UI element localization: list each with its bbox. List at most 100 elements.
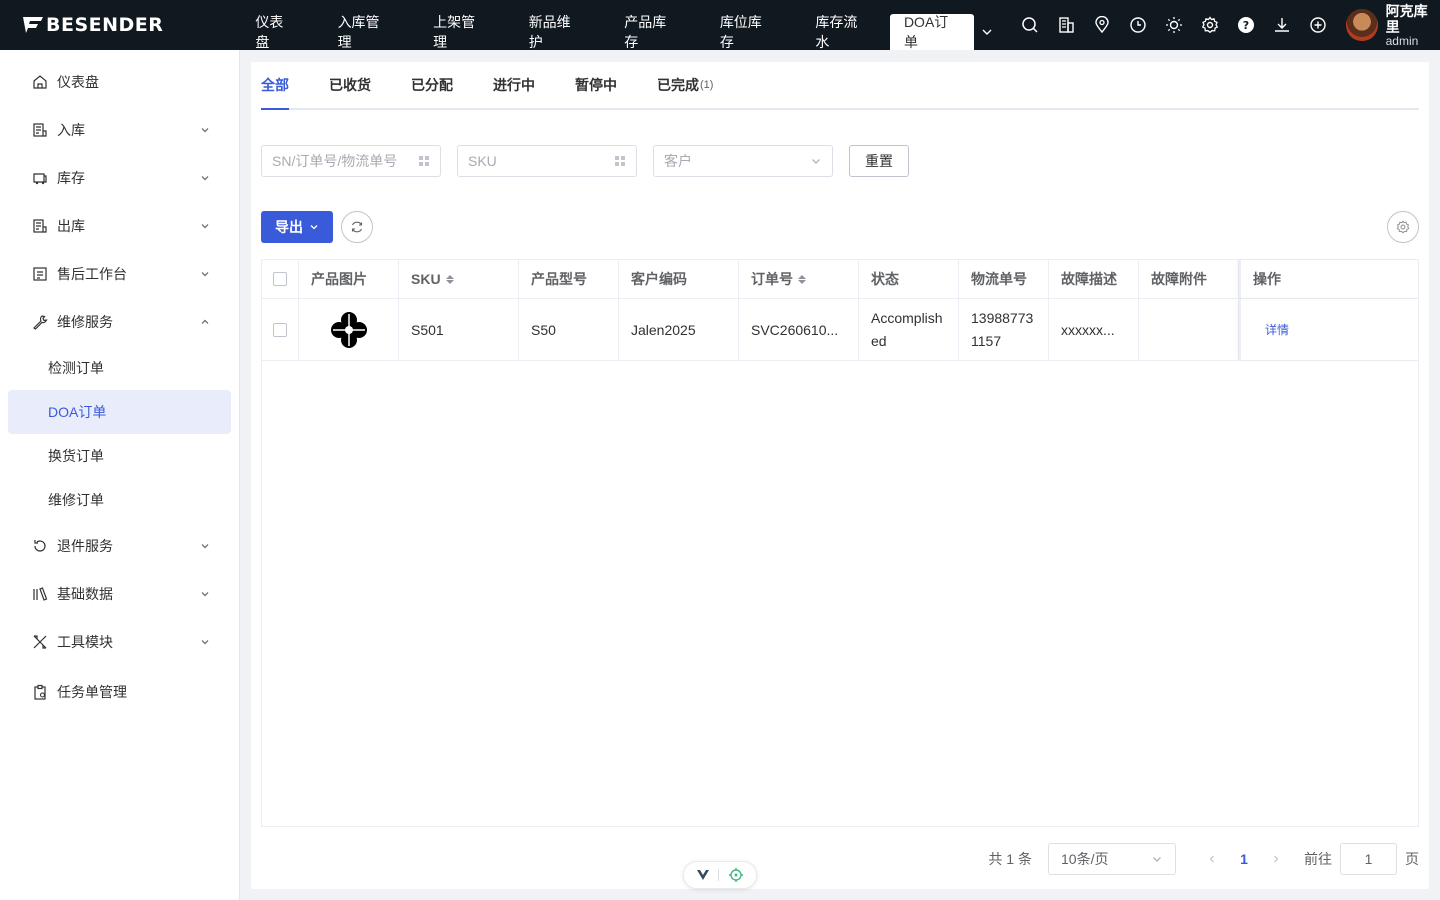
plus-circle-icon[interactable] bbox=[1300, 0, 1336, 50]
table-toolbar: 导出 bbox=[261, 211, 373, 243]
sn-search-input[interactable]: SN/订单号/物流单号 bbox=[261, 145, 441, 177]
select-placeholder: 客户 bbox=[664, 153, 692, 169]
chevron-right-icon bbox=[1274, 855, 1279, 863]
column-header-label: 订单号 bbox=[751, 271, 793, 287]
chevron-down-icon bbox=[1153, 857, 1161, 862]
sku-search-input[interactable]: SKU bbox=[457, 145, 637, 177]
select-all-checkbox[interactable] bbox=[262, 260, 299, 298]
tab-paused[interactable]: 暂停中 bbox=[575, 62, 617, 108]
checkbox[interactable] bbox=[273, 272, 287, 286]
row-checkbox[interactable] bbox=[262, 299, 299, 360]
after-sales-icon bbox=[31, 265, 49, 283]
sidebar-item-return[interactable]: 退件服务 bbox=[0, 522, 239, 570]
column-header-order-no[interactable]: 订单号 bbox=[739, 260, 859, 298]
tab-in-progress[interactable]: 进行中 bbox=[493, 62, 535, 108]
export-button[interactable]: 导出 bbox=[261, 211, 333, 243]
refresh-button[interactable] bbox=[341, 211, 373, 243]
help-icon[interactable]: ? bbox=[1228, 0, 1264, 50]
cell-model: S50 bbox=[519, 299, 619, 360]
sort-icon[interactable] bbox=[798, 274, 806, 284]
sidebar-item-tools[interactable]: 工具模块 bbox=[0, 618, 239, 666]
divider bbox=[718, 869, 720, 881]
page-size-select[interactable]: 10条/页 bbox=[1048, 843, 1176, 875]
gear-icon[interactable] bbox=[1192, 0, 1228, 50]
sidebar-item-dashboard[interactable]: 仪表盘 bbox=[0, 58, 239, 106]
inbound-icon bbox=[31, 121, 49, 139]
topnav-item-doa[interactable]: DOA订单 bbox=[889, 14, 974, 50]
sidebar-sub-repair[interactable]: 维修订单 bbox=[0, 478, 239, 522]
column-header: 故障描述 bbox=[1049, 260, 1139, 298]
tab-assigned[interactable]: 已分配 bbox=[411, 62, 453, 108]
sidebar-item-label: 任务单管理 bbox=[57, 684, 127, 700]
sidebar-item-after-sales[interactable]: 售后工作台 bbox=[0, 250, 239, 298]
chevron-down-icon bbox=[201, 176, 209, 181]
sidebar-sub-exchange[interactable]: 换货订单 bbox=[0, 434, 239, 478]
clock-icon[interactable] bbox=[1120, 0, 1156, 50]
product-image-icon bbox=[330, 311, 367, 348]
tab-label: 已分配 bbox=[411, 77, 453, 93]
tab-received[interactable]: 已收货 bbox=[329, 62, 371, 108]
top-bar: BESENDER 仪表盘 入库管理 上架管理 新品维护 产品库存 库位库存 库存… bbox=[0, 0, 1440, 50]
column-header-sku[interactable]: SKU bbox=[399, 260, 519, 298]
chevron-down-icon bbox=[201, 272, 209, 277]
sidebar-item-inbound[interactable]: 入库 bbox=[0, 106, 239, 154]
vue-devtools-icon[interactable] bbox=[696, 868, 710, 882]
return-icon bbox=[31, 537, 49, 555]
location-icon[interactable] bbox=[1084, 0, 1120, 50]
user-role: admin bbox=[1385, 33, 1419, 48]
status-text: Accomplished bbox=[871, 309, 943, 349]
table-row[interactable]: S501 S50 Jalen2025 SVC260610... Accompli… bbox=[262, 299, 1418, 361]
sidebar-sub-doa[interactable]: DOA订单 bbox=[8, 390, 231, 434]
page-number[interactable]: 1 bbox=[1228, 843, 1260, 875]
detail-link[interactable]: 详情 bbox=[1253, 321, 1289, 338]
sidebar-item-outbound[interactable]: 出库 bbox=[0, 202, 239, 250]
next-page-button[interactable] bbox=[1260, 843, 1292, 875]
column-settings-button[interactable] bbox=[1387, 211, 1419, 243]
search-icon[interactable] bbox=[1012, 0, 1048, 50]
sidebar-item-label: 出库 bbox=[57, 218, 85, 234]
topnav-item-stock-flow[interactable]: 库存流水 bbox=[794, 14, 890, 50]
avatar[interactable] bbox=[1346, 9, 1378, 41]
product-image[interactable] bbox=[299, 299, 399, 360]
top-nav: 仪表盘 入库管理 上架管理 新品维护 产品库存 库位库存 库存流水 DOA订单 bbox=[234, 0, 1000, 50]
topnav-item-dashboard[interactable]: 仪表盘 bbox=[234, 14, 316, 50]
sidebar-item-inventory[interactable]: 库存 bbox=[0, 154, 239, 202]
sun-icon[interactable] bbox=[1156, 0, 1192, 50]
topnav-item-new-product[interactable]: 新品维护 bbox=[508, 14, 604, 50]
topnav-item-product-stock[interactable]: 产品库存 bbox=[603, 14, 699, 50]
page-jump-input[interactable]: 1 bbox=[1340, 843, 1397, 875]
topnav-item-inbound[interactable]: 入库管理 bbox=[317, 14, 413, 50]
sidebar-sub-inspection[interactable]: 检测订单 bbox=[0, 346, 239, 390]
logo[interactable]: BESENDER bbox=[0, 0, 234, 50]
topnav-item-shelving[interactable]: 上架管理 bbox=[412, 14, 508, 50]
topnav-item-location-stock[interactable]: 库位库存 bbox=[699, 14, 795, 50]
checkbox[interactable] bbox=[273, 322, 287, 337]
sidebar-item-repair[interactable]: 维修服务 bbox=[0, 298, 239, 346]
sort-icon[interactable] bbox=[445, 274, 454, 284]
tab-completed[interactable]: 已完成 (1) bbox=[657, 62, 713, 108]
chevron-down-icon bbox=[201, 640, 209, 645]
reset-button[interactable]: 重置 bbox=[849, 145, 909, 177]
chevron-down-icon bbox=[310, 225, 318, 230]
status-tabs: 全部 已收货 已分配 进行中 暂停中 已完成 (1) bbox=[261, 62, 1419, 110]
cell-fault-attachment bbox=[1139, 299, 1239, 360]
page-suffix: 页 bbox=[1405, 851, 1419, 867]
building-icon[interactable] bbox=[1048, 0, 1084, 50]
column-header: 产品图片 bbox=[299, 260, 399, 298]
download-icon[interactable] bbox=[1264, 0, 1300, 50]
customer-select[interactable]: 客户 bbox=[653, 145, 833, 177]
input-placeholder: SN/订单号/物流单号 bbox=[272, 153, 398, 169]
tracking-text: 13988773 1157 bbox=[971, 309, 1034, 349]
chevron-down-icon[interactable] bbox=[974, 14, 1001, 50]
sidebar-item-task[interactable]: 任务单管理 bbox=[0, 666, 239, 718]
chevron-down-icon bbox=[812, 159, 820, 164]
sidebar-item-base-data[interactable]: 基础数据 bbox=[0, 570, 239, 618]
user-menu[interactable]: 阿克库里 admin bbox=[1346, 3, 1440, 48]
chevron-down-icon bbox=[201, 224, 209, 229]
target-icon[interactable] bbox=[728, 867, 744, 883]
tab-label: 已收货 bbox=[329, 77, 371, 93]
filter-bar: SN/订单号/物流单号 SKU 客户 重置 bbox=[261, 145, 909, 177]
tab-all[interactable]: 全部 bbox=[261, 62, 289, 110]
prev-page-button[interactable] bbox=[1196, 843, 1228, 875]
column-header: 产品型号 bbox=[519, 260, 619, 298]
